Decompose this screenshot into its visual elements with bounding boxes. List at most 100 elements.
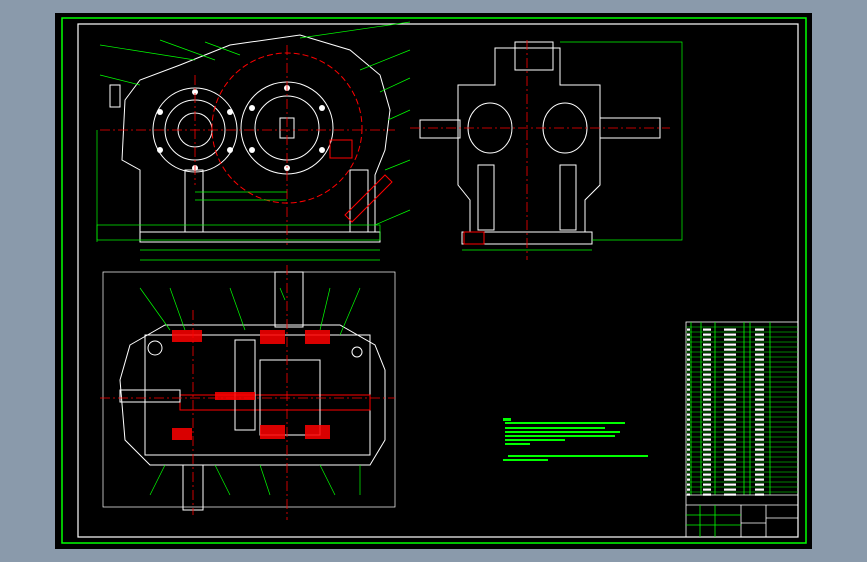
parts-list-cell-text	[724, 333, 736, 336]
parts-list-cell-text	[755, 413, 764, 416]
parts-list-cell-text	[724, 398, 736, 401]
parts-list-cell-text	[724, 393, 736, 396]
parts-list-cell-text	[724, 443, 736, 446]
parts-list-cell-text	[703, 453, 711, 456]
parts-list-cell-text	[703, 378, 711, 381]
parts-list-cell-text	[703, 348, 711, 351]
parts-list-rows	[686, 326, 798, 496]
parts-list-cell-text	[755, 358, 764, 361]
parts-list-cell-text	[687, 408, 690, 411]
parts-list-cell-text	[703, 368, 711, 371]
parts-list-cell-text	[724, 403, 736, 406]
parts-list-cell-text	[724, 383, 736, 386]
parts-list-cell-text	[755, 488, 764, 491]
parts-list-cell-text	[755, 433, 764, 436]
parts-list-cell-text	[724, 468, 736, 471]
parts-list-cell-text	[724, 368, 736, 371]
parts-list-cell-text	[687, 338, 690, 341]
front-view-centerlines	[100, 45, 395, 245]
parts-list-cell-text	[703, 428, 711, 431]
parts-list-cell-text	[755, 328, 764, 331]
parts-list-cell-text	[687, 353, 690, 356]
parts-list-cell-text	[724, 493, 736, 496]
parts-list-cell-text	[724, 378, 736, 381]
parts-list-cell-text	[724, 448, 736, 451]
parts-list-cell-text	[755, 333, 764, 336]
parts-list-cell-text	[724, 388, 736, 391]
parts-list-cell-text	[755, 443, 764, 446]
parts-list-cell-text	[687, 488, 690, 491]
parts-list-cell-text	[687, 398, 690, 401]
side-view-centerlines	[410, 40, 670, 260]
parts-list-cell-text	[703, 373, 711, 376]
parts-list-cell-text	[724, 483, 736, 486]
parts-list-cell-text	[724, 423, 736, 426]
parts-list-cell-text	[703, 418, 711, 421]
parts-list-cell-text	[687, 348, 690, 351]
parts-list-cell-text	[687, 493, 690, 496]
parts-list-cell-text	[687, 388, 690, 391]
parts-list-cell-text	[755, 448, 764, 451]
parts-list-cell-text	[687, 428, 690, 431]
parts-list-cell-text	[687, 328, 690, 331]
parts-list-cell-text	[724, 438, 736, 441]
side-view	[419, 41, 661, 245]
parts-list-cell-text	[687, 393, 690, 396]
parts-list-cell-text	[687, 363, 690, 366]
parts-list-cell-text	[755, 343, 764, 346]
cad-drawing	[61, 17, 807, 544]
parts-list-cell-text	[724, 418, 736, 421]
parts-list-cell-text	[703, 468, 711, 471]
parts-list-cell-text	[703, 463, 711, 466]
parts-list-cell-text	[755, 473, 764, 476]
front-view-dimensions	[96, 21, 411, 261]
parts-list-cell-text	[687, 413, 690, 416]
parts-list-cell-text	[703, 363, 711, 366]
parts-list-cell-text	[687, 468, 690, 471]
parts-list-cell-text	[755, 393, 764, 396]
parts-list-cell-text	[755, 378, 764, 381]
parts-list-cell-text	[755, 463, 764, 466]
parts-list-cell-text	[703, 473, 711, 476]
parts-list-cell-text	[703, 478, 711, 481]
parts-list-cell-text	[755, 453, 764, 456]
parts-list-cell-text	[687, 438, 690, 441]
top-view-leaders	[139, 287, 361, 496]
technical-notes	[503, 418, 648, 461]
parts-list-cell-text	[724, 473, 736, 476]
parts-list-cell-text	[724, 358, 736, 361]
parts-list-cell-text	[755, 438, 764, 441]
parts-list-cell-text	[687, 478, 690, 481]
parts-list-cell-text	[703, 408, 711, 411]
parts-list-cell-text	[687, 443, 690, 446]
parts-list-cell-text	[687, 433, 690, 436]
parts-list-cell-text	[724, 488, 736, 491]
parts-list-cell-text	[687, 333, 690, 336]
parts-list-cell-text	[755, 408, 764, 411]
parts-list-cell-text	[703, 413, 711, 416]
parts-list-cell-text	[755, 353, 764, 356]
parts-list-cell-text	[755, 388, 764, 391]
parts-list-cell-text	[687, 423, 690, 426]
parts-list-cell-text	[755, 368, 764, 371]
parts-list-cell-text	[703, 388, 711, 391]
top-view	[102, 271, 396, 511]
parts-list-cell-text	[687, 378, 690, 381]
parts-list-cell-text	[703, 338, 711, 341]
parts-list-cell-text	[724, 413, 736, 416]
parts-list-cell-text	[724, 458, 736, 461]
parts-list-cell-text	[703, 458, 711, 461]
parts-list-cell-text	[703, 448, 711, 451]
parts-list-cell-text	[687, 453, 690, 456]
parts-list-cell-text	[755, 493, 764, 496]
parts-list-cell-text	[703, 443, 711, 446]
parts-list-cell-text	[755, 373, 764, 376]
parts-list-cell-text	[687, 483, 690, 486]
parts-list-cell-text	[724, 338, 736, 341]
parts-list-cell-text	[703, 488, 711, 491]
parts-list-cell-text	[724, 428, 736, 431]
parts-list-cell-text	[703, 333, 711, 336]
parts-list-cell-text	[703, 328, 711, 331]
parts-list-cell-text	[755, 403, 764, 406]
parts-list-cell-text	[703, 423, 711, 426]
